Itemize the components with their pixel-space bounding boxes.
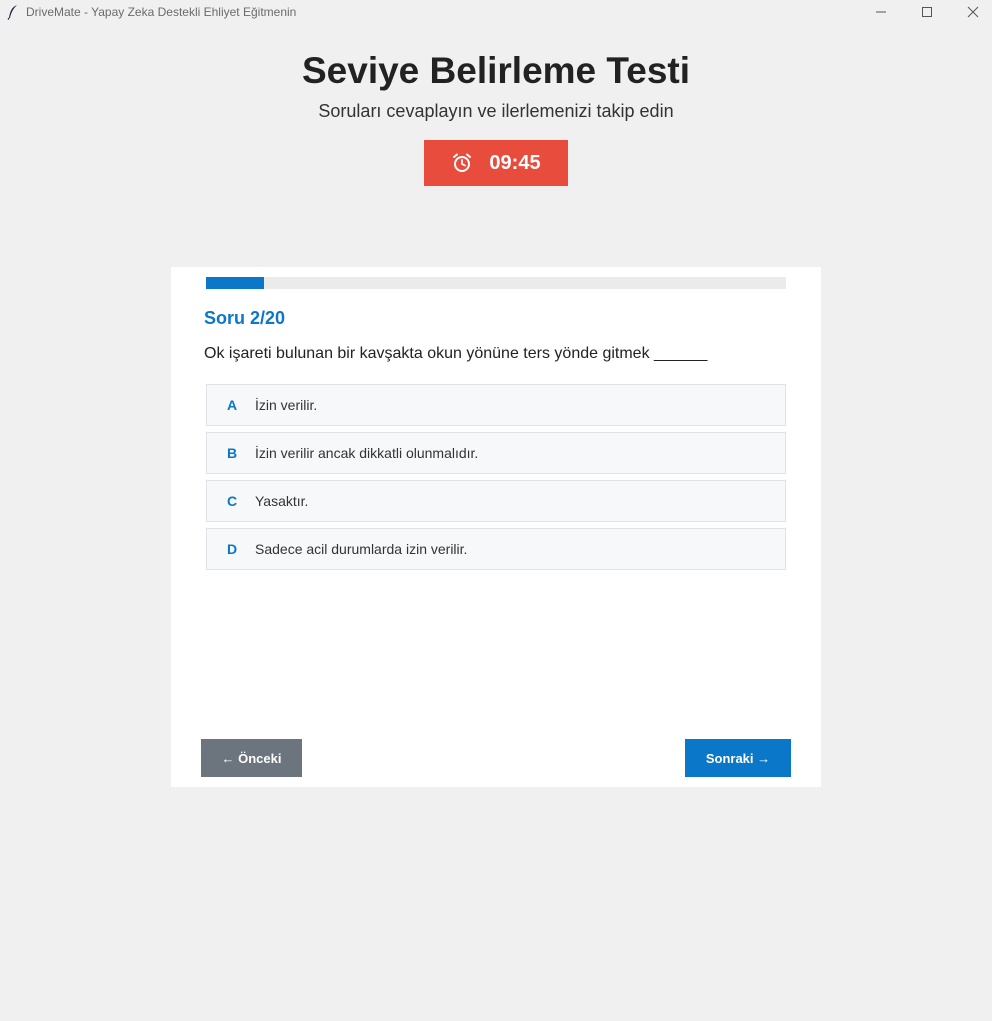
minimize-button[interactable] <box>858 0 904 24</box>
option-b[interactable]: B İzin verilir ancak dikkatli olunmalıdı… <box>206 432 786 474</box>
option-letter: D <box>227 541 238 557</box>
timer-value: 09:45 <box>489 151 541 174</box>
window-title: DriveMate - Yapay Zeka Destekli Ehliyet … <box>26 5 297 19</box>
progress-bar <box>206 277 786 289</box>
alarm-clock-icon <box>453 153 472 172</box>
answer-options: A İzin verilir. B İzin verilir ancak dik… <box>206 384 786 576</box>
option-text: Sadece acil durumlarda izin verilir. <box>255 541 468 557</box>
feather-icon <box>7 5 17 20</box>
maximize-icon <box>922 7 932 17</box>
question-text: Ok işareti bulunan bir kavşakta okun yön… <box>204 345 708 362</box>
minimize-icon <box>876 11 886 13</box>
close-button[interactable] <box>950 0 992 24</box>
option-letter: B <box>227 445 238 461</box>
option-letter: C <box>227 493 238 509</box>
option-text: İzin verilir. <box>255 397 318 413</box>
window-titlebar: DriveMate - Yapay Zeka Destekli Ehliyet … <box>0 0 992 24</box>
option-a[interactable]: A İzin verilir. <box>206 384 786 426</box>
question-card: Soru 2/20 Ok işareti bulunan bir kavşakt… <box>171 267 821 787</box>
progress-fill <box>206 277 264 289</box>
countdown-timer: 09:45 <box>424 140 568 186</box>
close-icon <box>967 6 979 18</box>
next-button[interactable]: Sonraki → <box>685 739 791 777</box>
page-subtitle: Soruları cevaplayın ve ilerlemenizi taki… <box>318 101 674 121</box>
question-number: Soru 2/20 <box>204 308 286 328</box>
option-letter: A <box>227 397 238 413</box>
option-c[interactable]: C Yasaktır. <box>206 480 786 522</box>
previous-button[interactable]: ← Önceki <box>201 739 302 777</box>
option-text: Yasaktır. <box>255 493 309 509</box>
option-d[interactable]: D Sadece acil durumlarda izin verilir. <box>206 528 786 570</box>
option-text: İzin verilir ancak dikkatli olunmalıdır. <box>255 445 479 461</box>
maximize-button[interactable] <box>904 0 950 24</box>
page-title: Seviye Belirleme Testi <box>301 50 691 91</box>
